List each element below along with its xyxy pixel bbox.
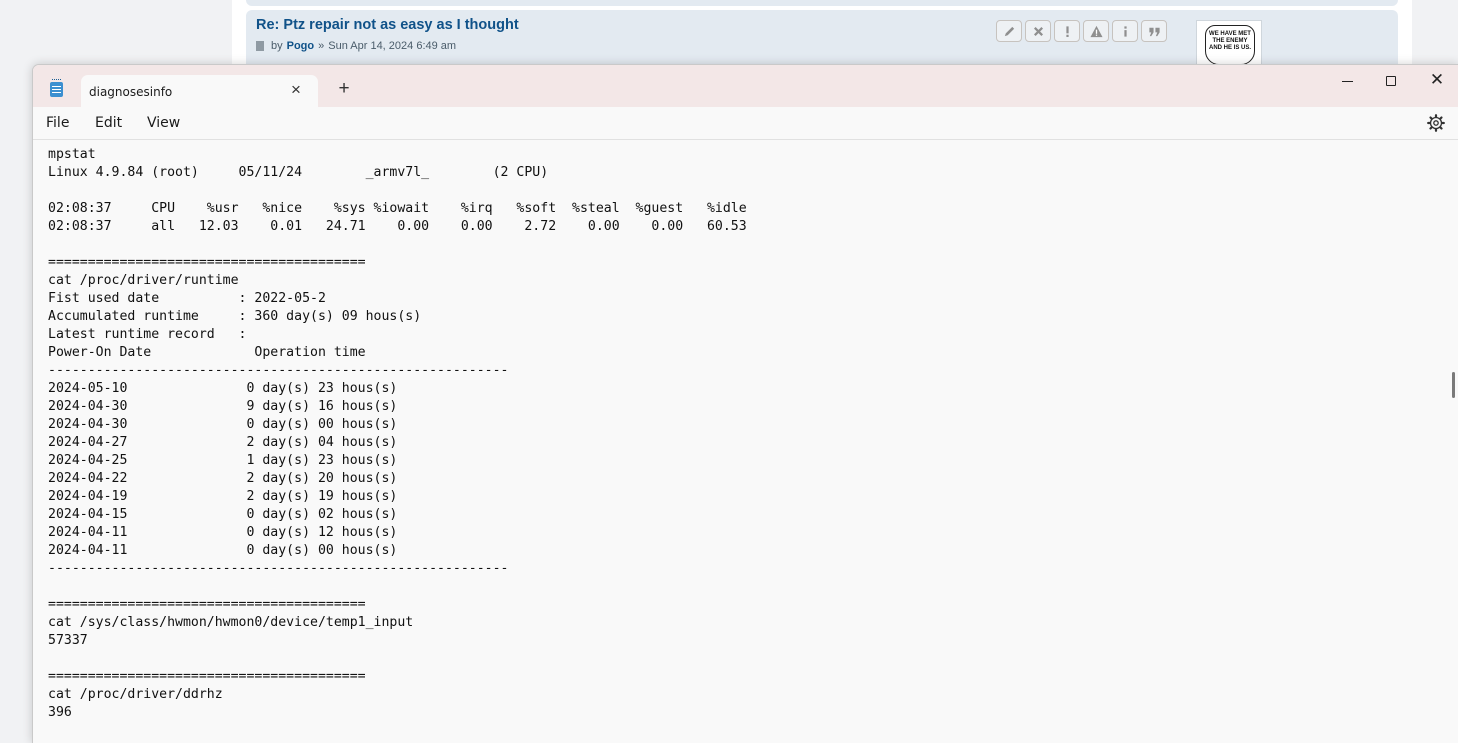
minimize-icon bbox=[1341, 80, 1353, 82]
editor-line: 02:08:37 all 12.03 0.01 24.71 0.00 0.00 … bbox=[48, 219, 747, 234]
editor-line: 2024-04-11 0 day(s) 12 hous(s) bbox=[48, 525, 398, 540]
title-bar: diagnosesinfo × + ✕ bbox=[33, 65, 1458, 107]
minimize-button[interactable] bbox=[1332, 70, 1362, 90]
editor-line: Latest runtime record : bbox=[48, 327, 247, 342]
editor-line: cat /sys/class/hwmon/hwmon0/device/temp1… bbox=[48, 615, 414, 630]
editor-line: 2024-04-30 9 day(s) 16 hous(s) bbox=[48, 399, 398, 414]
menu-edit[interactable]: Edit bbox=[95, 115, 122, 131]
editor-line: 2024-04-11 0 day(s) 00 hous(s) bbox=[48, 543, 398, 558]
editor-line: Power-On Date Operation time bbox=[48, 345, 366, 360]
close-window-button[interactable]: ✕ bbox=[1422, 70, 1452, 90]
new-tab-button[interactable]: + bbox=[334, 79, 354, 99]
tab-diagnosesinfo[interactable]: diagnosesinfo × bbox=[81, 75, 318, 107]
editor-line: Accumulated runtime : 360 day(s) 09 hous… bbox=[48, 309, 422, 324]
text-editor[interactable]: mpstat Linux 4.9.84 (root) 05/11/24 _armv… bbox=[33, 140, 1458, 743]
close-tab-icon[interactable]: × bbox=[287, 81, 305, 99]
editor-line: 2024-04-15 0 day(s) 02 hous(s) bbox=[48, 507, 398, 522]
editor-content[interactable]: mpstat Linux 4.9.84 (root) 05/11/24 _armv… bbox=[48, 146, 747, 722]
editor-line: ----------------------------------------… bbox=[48, 561, 509, 576]
tab-label: diagnosesinfo bbox=[89, 85, 173, 99]
editor-line: mpstat bbox=[48, 147, 96, 162]
editor-line: Fist used date : 2022-05-2 bbox=[48, 291, 326, 306]
post-meta: by Pogo » Sun Apr 14, 2024 6:49 am bbox=[256, 40, 456, 52]
post-action-buttons bbox=[996, 20, 1167, 42]
info-icon bbox=[1123, 25, 1127, 37]
menu-file[interactable]: File bbox=[46, 115, 69, 131]
delete-button[interactable] bbox=[1025, 20, 1051, 42]
editor-line: 2024-04-19 2 day(s) 19 hous(s) bbox=[48, 489, 398, 504]
post-author[interactable]: Pogo bbox=[287, 40, 315, 52]
editor-line: 2024-04-22 2 day(s) 20 hous(s) bbox=[48, 471, 398, 486]
info-button[interactable] bbox=[1112, 20, 1138, 42]
editor-line: 2024-05-10 0 day(s) 23 hous(s) bbox=[48, 381, 398, 396]
maximize-icon bbox=[1386, 76, 1396, 87]
meta-separator: » bbox=[318, 40, 325, 52]
maximize-button[interactable] bbox=[1376, 70, 1406, 90]
editor-line: cat /proc/driver/runtime bbox=[48, 273, 239, 288]
editor-line: 2024-04-25 1 day(s) 23 hous(s) bbox=[48, 453, 398, 468]
editor-line: 02:08:37 CPU %usr %nice %sys %iowait %ir… bbox=[48, 201, 747, 216]
forum-post: Re: Ptz repair not as easy as I thought … bbox=[246, 10, 1398, 74]
report-button[interactable] bbox=[1054, 20, 1080, 42]
editor-line: ======================================== bbox=[48, 597, 366, 612]
exclamation-icon bbox=[1065, 25, 1069, 37]
quote-button[interactable] bbox=[1141, 20, 1167, 42]
editor-line: ======================================== bbox=[48, 669, 366, 684]
notepad-icon bbox=[50, 79, 63, 97]
editor-line: ======================================== bbox=[48, 255, 366, 270]
x-icon bbox=[1033, 26, 1043, 36]
forum-previous-post bbox=[246, 0, 1398, 6]
editor-line: Linux 4.9.84 (root) 05/11/24 _armv7l_ (2… bbox=[48, 165, 549, 180]
post-title[interactable]: Re: Ptz repair not as easy as I thought bbox=[256, 17, 519, 33]
pencil-icon bbox=[1004, 26, 1014, 36]
warn-button[interactable] bbox=[1083, 20, 1109, 42]
gear-icon[interactable] bbox=[1426, 113, 1446, 133]
editor-line: cat /proc/driver/ddrhz bbox=[48, 687, 223, 702]
warning-icon bbox=[1089, 25, 1103, 37]
edit-button[interactable] bbox=[996, 20, 1022, 42]
menu-view[interactable]: View bbox=[147, 115, 180, 131]
editor-line: 2024-04-30 0 day(s) 00 hous(s) bbox=[48, 417, 398, 432]
menu-bar: File Edit View bbox=[33, 107, 1458, 140]
by-label: by bbox=[271, 40, 283, 52]
editor-line: 57337 bbox=[48, 633, 88, 648]
post-icon bbox=[256, 41, 264, 51]
avatar-speech-bubble: WE HAVE MET THE ENEMY AND HE IS US. bbox=[1205, 25, 1255, 65]
editor-line: 2024-04-27 2 day(s) 04 hous(s) bbox=[48, 435, 398, 450]
notepad-window: diagnosesinfo × + ✕ File Edit View mpsta… bbox=[32, 64, 1458, 743]
vertical-scrollbar[interactable] bbox=[1452, 372, 1455, 398]
editor-line: 396 bbox=[48, 705, 72, 720]
post-date: Sun Apr 14, 2024 6:49 am bbox=[328, 40, 457, 52]
editor-line: ----------------------------------------… bbox=[48, 363, 509, 378]
quote-icon bbox=[1148, 27, 1160, 36]
